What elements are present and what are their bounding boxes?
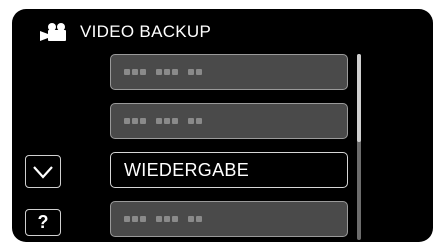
camera-screen: VIDEO BACKUP WIEDERGABE ?: [12, 9, 433, 242]
menu-item-4[interactable]: [110, 201, 348, 237]
help-button[interactable]: ?: [25, 209, 61, 236]
masked-label: [124, 216, 212, 222]
scrollbar[interactable]: [357, 54, 361, 240]
page-title: VIDEO BACKUP: [80, 22, 212, 41]
header: VIDEO BACKUP: [38, 19, 211, 45]
scrollbar-thumb[interactable]: [357, 54, 361, 142]
menu-item-wiedergabe[interactable]: WIEDERGABE: [110, 152, 348, 188]
menu-item-1[interactable]: [110, 54, 348, 90]
chevron-down-icon: [33, 165, 53, 179]
scroll-down-button[interactable]: [25, 155, 61, 188]
masked-label: [124, 118, 212, 124]
masked-label: [124, 69, 212, 75]
video-camera-icon: [40, 23, 66, 41]
menu-item-2[interactable]: [110, 103, 348, 139]
menu-item-label: WIEDERGABE: [124, 159, 250, 180]
